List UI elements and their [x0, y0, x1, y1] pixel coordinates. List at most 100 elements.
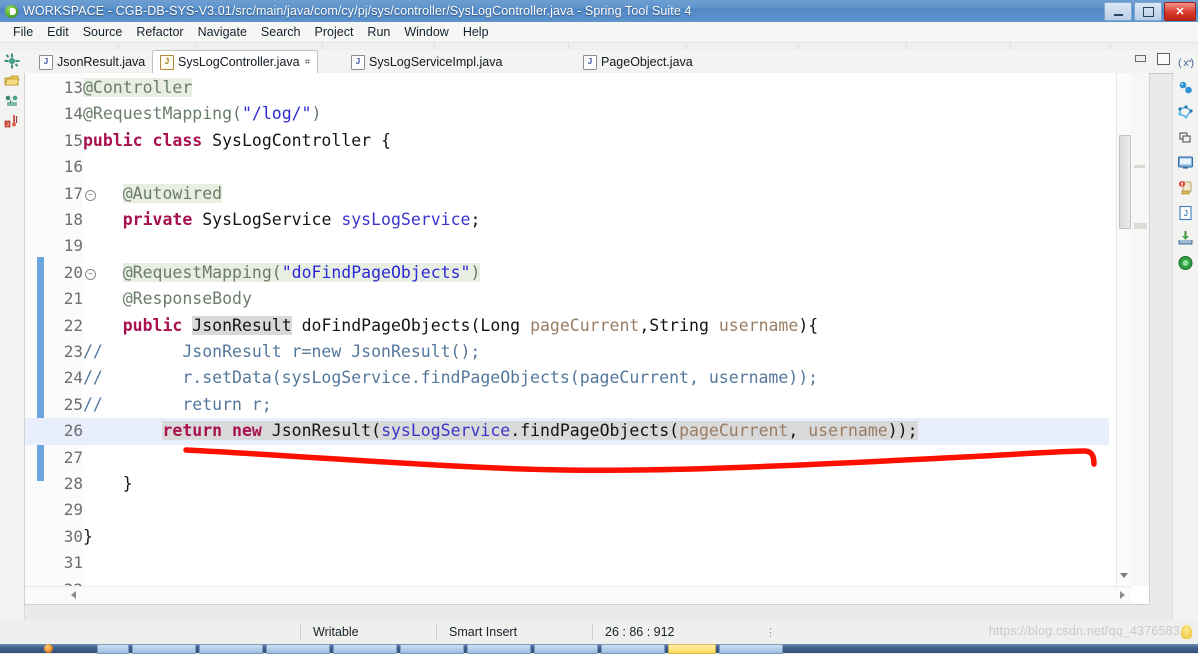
code-token: // JsonResult r=new JsonResult(); — [83, 342, 481, 361]
taskbar-item[interactable] — [534, 643, 598, 654]
vertical-scrollbar-thumb[interactable] — [1119, 135, 1131, 229]
java-debug-icon[interactable]: J — [4, 113, 20, 129]
code-line[interactable]: @Autowired — [83, 181, 223, 207]
code-line[interactable]: // return r; — [83, 392, 272, 418]
restore-button[interactable] — [1134, 2, 1162, 21]
menu-item-refactor[interactable]: Refactor — [129, 23, 190, 41]
code-token: SysLogController { — [212, 130, 391, 150]
right-fast-view-bar[interactable]: (x) = J — [1172, 50, 1198, 620]
menu-item-run[interactable]: Run — [360, 23, 397, 41]
code-token: JsonResult( — [271, 421, 382, 441]
scroll-left-arrow-icon[interactable] — [71, 591, 76, 599]
code-line[interactable]: @ResponseBody — [83, 286, 252, 312]
code-line[interactable]: public class SysLogController { — [83, 128, 391, 154]
server-icon[interactable] — [1177, 254, 1194, 271]
code-line[interactable]: public JsonResult doFindPageObjects(Long… — [83, 313, 818, 339]
menu-item-source[interactable]: Source — [76, 23, 130, 41]
spring-elements-icon[interactable] — [4, 93, 20, 109]
variables-view-icon[interactable]: (x) = — [1177, 54, 1194, 71]
code-token: } — [83, 526, 93, 546]
menu-item-project[interactable]: Project — [308, 23, 361, 41]
minimize-button[interactable] — [1104, 2, 1132, 21]
java-source-editor[interactable]: @Controller @RequestMapping("/log/") publi… — [24, 73, 1150, 605]
status-writable: Writable — [313, 625, 359, 639]
line-number: 28 — [63, 474, 83, 493]
editor-tab-pageobject-java[interactable]: J PageObject.java — [576, 51, 700, 73]
taskbar-item-active[interactable] — [668, 643, 716, 654]
code-token: @RequestMapping( — [83, 104, 242, 124]
code-line[interactable]: @Controller — [83, 75, 193, 101]
horizontal-scrollbar[interactable] — [25, 586, 1131, 604]
overview-mark — [1134, 223, 1147, 229]
taskbar-item[interactable] — [400, 643, 464, 654]
problems-view-icon[interactable] — [1177, 179, 1194, 196]
spring-graph-icon[interactable] — [1177, 104, 1194, 121]
line-number: 17 — [63, 183, 83, 203]
code-token: sysLogService — [341, 210, 471, 229]
fold-collapse-icon[interactable]: − — [85, 189, 96, 201]
start-orb-icon[interactable] — [44, 644, 53, 653]
svg-text:J: J — [1183, 209, 1188, 219]
code-line[interactable]: // r.setData(sysLogService.findPageObjec… — [83, 365, 818, 391]
taskbar-item[interactable] — [467, 643, 531, 654]
overview-ruler[interactable] — [1130, 73, 1149, 586]
line-number: 21 — [63, 289, 83, 309]
code-token: @ResponseBody — [122, 289, 252, 309]
line-number: 16 — [63, 157, 83, 177]
line-number: 14 — [63, 104, 83, 124]
left-fast-view-bar[interactable]: J — [0, 50, 25, 620]
minimize-part-icon[interactable] — [1133, 52, 1147, 65]
code-line[interactable]: @RequestMapping("doFindPageObjects") — [83, 260, 481, 286]
menu-item-search[interactable]: Search — [254, 23, 308, 41]
taskbar-item[interactable] — [266, 643, 330, 654]
scroll-right-arrow-icon[interactable] — [1120, 591, 1125, 599]
code-line[interactable]: } — [83, 524, 93, 550]
code-line[interactable]: // JsonResult r=new JsonResult(); — [83, 339, 480, 365]
overview-mark — [1134, 165, 1145, 168]
tab-close-icon[interactable]: ⌗ — [305, 57, 311, 68]
editor-tab-label: PageObject.java — [601, 55, 693, 69]
spring-beans-icon[interactable] — [1177, 79, 1194, 96]
code-line[interactable]: private SysLogService sysLogService; — [83, 207, 481, 233]
menu-item-help[interactable]: Help — [456, 23, 496, 41]
menu-item-navigate[interactable]: Navigate — [191, 23, 254, 41]
javadoc-icon[interactable]: J — [1177, 204, 1194, 221]
line-number: 20 — [63, 262, 83, 282]
taskbar-item[interactable] — [601, 643, 665, 654]
code-token: )); — [887, 421, 918, 441]
hint-bulb-icon — [1181, 625, 1192, 639]
editor-tab-label: JsonResult.java — [57, 55, 146, 69]
download-icon[interactable] — [1177, 229, 1194, 246]
close-button[interactable]: ✕ — [1164, 2, 1196, 21]
package-explorer-icon[interactable] — [4, 53, 20, 69]
taskbar-item[interactable] — [333, 643, 397, 654]
status-cursor-position: 26 : 86 : 912 — [605, 625, 675, 639]
maximize-part-icon[interactable] — [1156, 52, 1170, 65]
menu-item-edit[interactable]: Edit — [40, 23, 76, 41]
editor-tab-syslogserviceimpl-java[interactable]: J SysLogServiceImpl.java — [344, 51, 509, 73]
code-area[interactable]: @Controller @RequestMapping("/log/") publi… — [25, 73, 1109, 604]
code-line[interactable]: @RequestMapping("/log/") — [83, 101, 321, 127]
code-token: return — [162, 421, 233, 441]
vertical-scrollbar[interactable] — [1116, 73, 1131, 586]
console-view-icon[interactable] — [1177, 154, 1194, 171]
scroll-down-arrow-icon[interactable] — [1120, 573, 1128, 578]
code-token: doFindPageObjects(Long — [291, 315, 531, 335]
fold-collapse-icon[interactable]: − — [85, 268, 96, 280]
taskbar-item[interactable] — [719, 643, 783, 654]
java-file-icon: J — [39, 54, 53, 70]
taskbar-item[interactable] — [199, 643, 263, 654]
code-line[interactable]: } — [83, 471, 133, 497]
editor-tab-jsonresult-java[interactable]: J JsonResult.java — [32, 51, 152, 73]
taskbar-item[interactable] — [97, 643, 129, 654]
status-overflow-icon[interactable]: ⋮ — [753, 620, 793, 644]
menu-item-file[interactable]: File — [6, 23, 40, 41]
taskbar-item[interactable] — [132, 643, 196, 654]
menu-item-window[interactable]: Window — [397, 23, 455, 41]
editor-tab-syslogcontroller-java[interactable]: J SysLogController.java ⌗ — [152, 50, 319, 74]
boot-dashboard-icon[interactable] — [4, 73, 20, 89]
windows-taskbar[interactable] — [0, 643, 1198, 654]
outline-icon[interactable] — [1177, 129, 1194, 146]
code-line[interactable]: return new JsonResult(sysLogService.find… — [83, 418, 918, 444]
